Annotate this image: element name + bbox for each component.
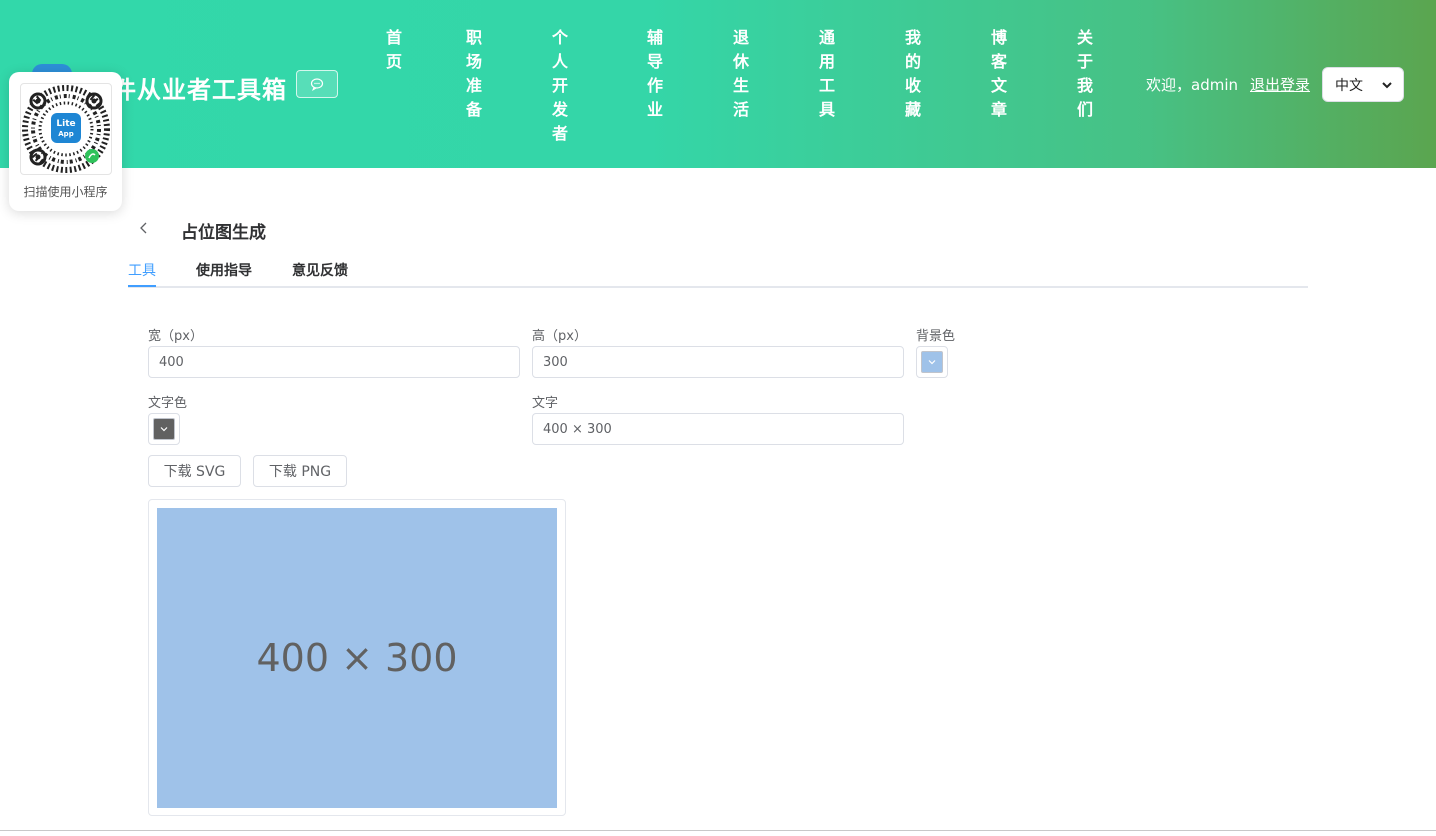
nav-item-home[interactable]: 首页 xyxy=(384,26,404,74)
chat-button[interactable] xyxy=(296,70,338,98)
preview-text: 400 × 300 xyxy=(256,636,458,680)
width-label: 宽（px） xyxy=(148,329,203,344)
text-color-label: 文字色 xyxy=(148,396,188,411)
nav-item-general-tools[interactable]: 通用工具 xyxy=(817,26,837,122)
tab-tool[interactable]: 工具 xyxy=(128,260,156,280)
welcome-text: 欢迎，admin xyxy=(1146,76,1238,94)
text-color-picker[interactable] xyxy=(148,413,180,445)
site-title[interactable]: 件从业者工具箱 xyxy=(112,70,287,105)
tab-feedback[interactable]: 意见反馈 xyxy=(292,260,348,280)
top-header: 件从业者工具箱 首页 职场准备 个人开发者 辅导作业 退休生活 通用工具 我的收… xyxy=(0,0,1436,168)
nav-item-about[interactable]: 关于我们 xyxy=(1075,26,1095,122)
download-png-button[interactable]: 下载 PNG xyxy=(253,455,347,487)
nav-item-homework[interactable]: 辅导作业 xyxy=(645,26,665,122)
nav-item-favorites[interactable]: 我的收藏 xyxy=(903,26,923,122)
back-button[interactable] xyxy=(134,218,154,238)
nav-item-blog[interactable]: 博客文章 xyxy=(989,26,1009,122)
tab-usage-guide[interactable]: 使用指导 xyxy=(196,260,252,280)
placeholder-preview-image: 400 × 300 xyxy=(157,508,557,808)
chat-bubble-icon xyxy=(310,78,324,91)
tab-bar: 工具 使用指导 意见反馈 xyxy=(128,258,1308,288)
download-svg-button[interactable]: 下载 SVG xyxy=(148,455,241,487)
chevron-left-icon xyxy=(140,222,147,234)
nav-item-career-prep[interactable]: 职场准备 xyxy=(464,26,484,122)
language-select-value: 中文 xyxy=(1335,77,1363,94)
bottom-divider xyxy=(0,830,1436,831)
qr-badge-line2: App xyxy=(58,130,73,138)
qr-caption: 扫描使用小程序 xyxy=(23,185,108,199)
page-title: 占位图生成 xyxy=(181,223,266,243)
qr-badge-line1: Lite xyxy=(56,119,75,129)
chevron-down-icon xyxy=(928,360,936,365)
height-label: 高（px） xyxy=(532,329,587,344)
text-color-swatch xyxy=(153,418,175,440)
bg-color-swatch xyxy=(921,351,943,373)
width-input[interactable]: 400 xyxy=(148,346,520,378)
qr-code-image: Lite App xyxy=(20,83,112,175)
language-select[interactable]: 中文 xyxy=(1322,67,1404,102)
preview-frame: 400 × 300 xyxy=(148,499,566,816)
bg-color-label: 背景色 xyxy=(916,329,956,344)
mini-program-qr-card: Lite App 扫描使用小程序 xyxy=(9,72,122,211)
text-input[interactable]: 400 × 300 xyxy=(532,413,904,445)
nav-item-retirement[interactable]: 退休生活 xyxy=(731,26,751,122)
nav-item-indie-dev[interactable]: 个人开发者 xyxy=(550,26,570,146)
text-label: 文字 xyxy=(532,396,559,411)
chevron-down-icon xyxy=(1382,81,1392,88)
height-input[interactable]: 300 xyxy=(532,346,904,378)
active-tab-indicator xyxy=(128,285,156,287)
chevron-down-icon xyxy=(160,427,168,432)
logout-link[interactable]: 退出登录 xyxy=(1250,74,1310,95)
bg-color-picker[interactable] xyxy=(916,346,948,378)
qr-code-icon: Lite App xyxy=(22,85,110,173)
